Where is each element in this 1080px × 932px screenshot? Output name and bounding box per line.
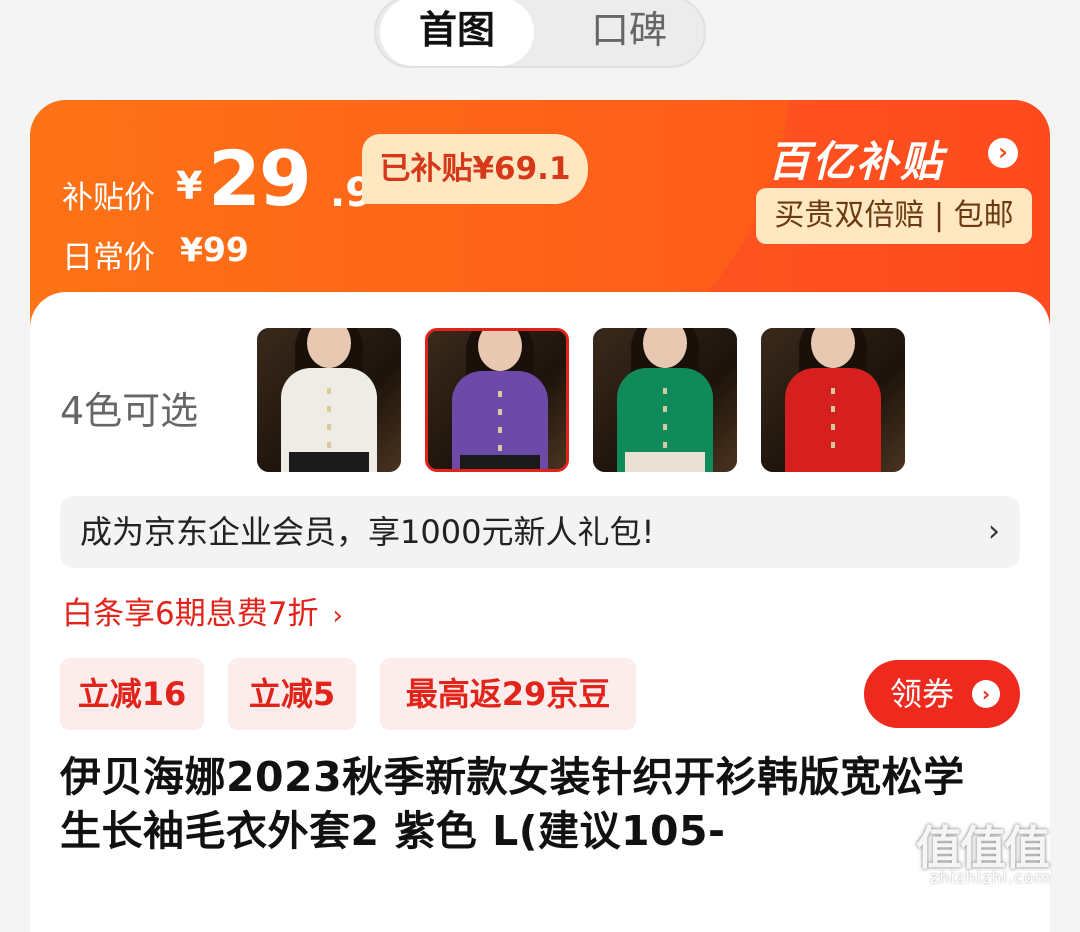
billion-subsidy-logo[interactable]: 百亿补贴 <box>768 128 944 189</box>
baitiao-installment-link[interactable]: 白条享6期息费7折 › <box>62 588 343 633</box>
guarantee-badge: 买贵双倍赔 | 包邮 <box>756 188 1032 244</box>
subsidized-amount-badge: 已补贴¥69.1 <box>362 134 588 204</box>
coupon-tag[interactable]: 立减16 <box>60 658 204 730</box>
daily-price-label: 日常价 <box>62 240 155 276</box>
subsidy-price-label: 补贴价 <box>62 180 155 216</box>
site-watermark: 值值值 zhizhizhi.com <box>906 812 1076 892</box>
variant-thumb-purple[interactable] <box>425 328 569 472</box>
variant-thumb-white[interactable] <box>257 328 401 472</box>
enterprise-member-banner[interactable]: 成为京东企业会员，享1000元新人礼包! › <box>60 496 1020 568</box>
image-tab-switcher: 首图 口碑 <box>374 0 706 68</box>
coupon-tag[interactable]: 立减5 <box>228 658 356 730</box>
coupon-tag[interactable]: 最高返29京豆 <box>380 658 636 730</box>
tab-main-image[interactable]: 首图 <box>380 0 534 66</box>
product-info-card: 4色可选 成为京东企业会员，享1000元新人礼包! › 白条享6期息费7折 › 立… <box>30 292 1050 932</box>
subsidy-currency: ¥ <box>176 164 203 208</box>
watermark-url: zhizhizhi.com <box>930 868 1052 887</box>
chevron-right-icon: › <box>332 601 343 631</box>
get-coupon-button[interactable]: 领券 › <box>864 660 1020 728</box>
chevron-right-icon: › <box>988 514 1000 549</box>
chevron-right-icon: › <box>972 680 1000 708</box>
color-count-label: 4色可选 <box>60 389 199 433</box>
baitiao-text: 白条享6期息费7折 <box>62 596 319 632</box>
subsidy-price-integer: 29 <box>208 134 312 223</box>
tab-reviews[interactable]: 口碑 <box>554 0 704 66</box>
variant-thumb-red[interactable] <box>761 328 905 472</box>
enterprise-member-text: 成为京东企业会员，享1000元新人礼包! <box>80 513 655 551</box>
get-coupon-label: 领券 <box>890 675 955 713</box>
chevron-right-icon[interactable]: › <box>988 138 1018 168</box>
variant-thumb-green[interactable] <box>593 328 737 472</box>
daily-price-value: ¥99 <box>180 230 249 269</box>
product-title: 伊贝海娜2023秋季新款女装针织开衫韩版宽松学生长袖毛衣外套2 紫色 L(建议1… <box>60 753 965 855</box>
